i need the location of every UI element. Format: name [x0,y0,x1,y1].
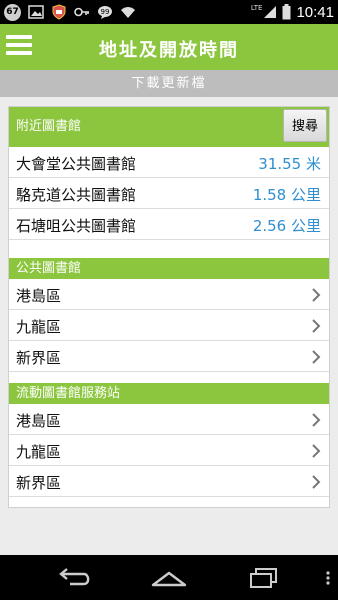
back-icon[interactable] [54,565,94,591]
library-name: 大會堂公共圖書館 [16,155,137,173]
nearby-library-row[interactable]: 石塘咀公共圖書館 2.56 公里 [9,209,329,240]
public-library-region-new-territories[interactable]: 新界區 [9,341,329,372]
library-distance: 2.56 公里 [252,217,321,235]
chevron-right-icon [312,413,321,427]
library-distance: 31.55 米 [258,155,321,173]
public-libraries-heading: 公共圖書館 [9,258,329,279]
chevron-right-icon [312,444,321,458]
region-label: 新界區 [16,349,62,367]
status-bar-system: LTE 10:41 [251,0,334,24]
nearby-libraries-heading: 附近圖書館 [16,119,82,134]
chat-bubble-icon: 99 [98,6,112,19]
library-name: 駱克道公共圖書館 [16,186,137,204]
search-button[interactable]: 搜尋 [283,109,327,142]
download-update-button[interactable]: 下載更新檔 [0,70,338,97]
system-navigation-bar [0,555,338,600]
signal-icon [264,6,277,18]
region-label: 新界區 [16,474,62,492]
key-icon [74,7,89,17]
status-bar-notifications: 67 99 [4,3,136,21]
chevron-right-icon [312,475,321,489]
region-label: 九龍區 [16,443,62,461]
region-label: 港島區 [16,412,62,430]
home-icon[interactable] [149,565,189,591]
public-library-region-kowloon[interactable]: 九龍區 [9,310,329,341]
overflow-menu-icon[interactable] [326,571,330,585]
mobile-libraries-heading: 流動圖書館服務站 [9,383,329,404]
public-library-region-hong-kong-island[interactable]: 港島區 [9,279,329,310]
chevron-right-icon [312,288,321,302]
shield-icon [52,4,66,20]
chevron-right-icon [312,350,321,364]
mobile-library-region-kowloon[interactable]: 九龍區 [9,435,329,466]
nearby-library-row[interactable]: 駱克道公共圖書館 1.58 公里 [9,178,329,209]
image-icon [28,5,44,19]
library-name: 石塘咀公共圖書館 [16,217,137,235]
nearby-libraries-header: 附近圖書館 搜尋 [9,107,329,147]
network-type-label: LTE [250,4,263,12]
app-bar: 地址及開放時間 [0,24,338,70]
wifi-icon [121,7,135,18]
recent-apps-icon[interactable] [244,565,284,591]
page-title: 地址及開放時間 [99,40,239,61]
chevron-right-icon [312,319,321,333]
battery-icon [282,4,291,20]
status-bar: 67 99 LTE 10:41 [0,0,338,24]
clock: 10:41 [296,3,334,21]
nearby-library-row[interactable]: 大會堂公共圖書館 31.55 米 [9,147,329,178]
region-label: 九龍區 [16,318,62,336]
library-distance: 1.58 公里 [252,186,321,204]
svg-text:99: 99 [101,8,110,16]
region-label: 港島區 [16,287,62,305]
mobile-library-region-new-territories[interactable]: 新界區 [9,466,329,497]
notification-count-badge: 67 [4,3,21,21]
library-list-card: 附近圖書館 搜尋 大會堂公共圖書館 31.55 米 駱克道公共圖書館 1.58 … [8,106,330,508]
mobile-library-region-hong-kong-island[interactable]: 港島區 [9,404,329,435]
